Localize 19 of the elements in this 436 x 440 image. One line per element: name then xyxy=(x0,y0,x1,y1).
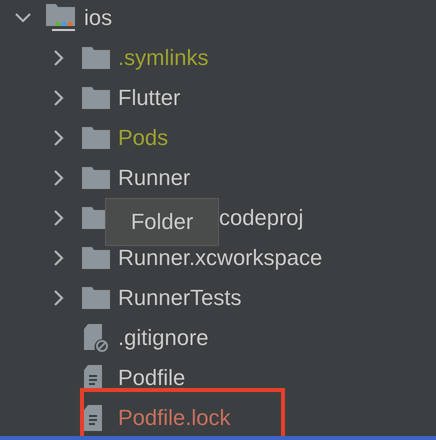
folder-icon xyxy=(82,247,110,269)
folder-icon xyxy=(82,87,110,109)
tree-item[interactable]: Flutter xyxy=(118,85,180,111)
folder-icon xyxy=(82,47,110,69)
tree-item[interactable]: RunnerTests xyxy=(118,285,242,311)
tree-item[interactable]: .symlinks xyxy=(118,45,208,71)
tree-item[interactable]: Runner xyxy=(118,165,190,191)
folder-icon xyxy=(82,127,110,149)
tree-item[interactable]: codeproj xyxy=(219,205,304,231)
tree-item[interactable]: ios xyxy=(84,5,112,31)
tree-item[interactable]: Pods xyxy=(118,125,168,151)
tree-item[interactable]: .gitignore xyxy=(118,325,209,351)
tooltip: Folder xyxy=(105,198,219,246)
module-folder-icon xyxy=(46,4,76,32)
folder-icon xyxy=(82,287,110,309)
folder-icon xyxy=(82,167,110,189)
tree-item[interactable]: Podfile xyxy=(118,365,186,391)
ignored-file-icon xyxy=(82,324,110,352)
tree-item[interactable]: Runner.xcworkspace xyxy=(118,245,322,271)
